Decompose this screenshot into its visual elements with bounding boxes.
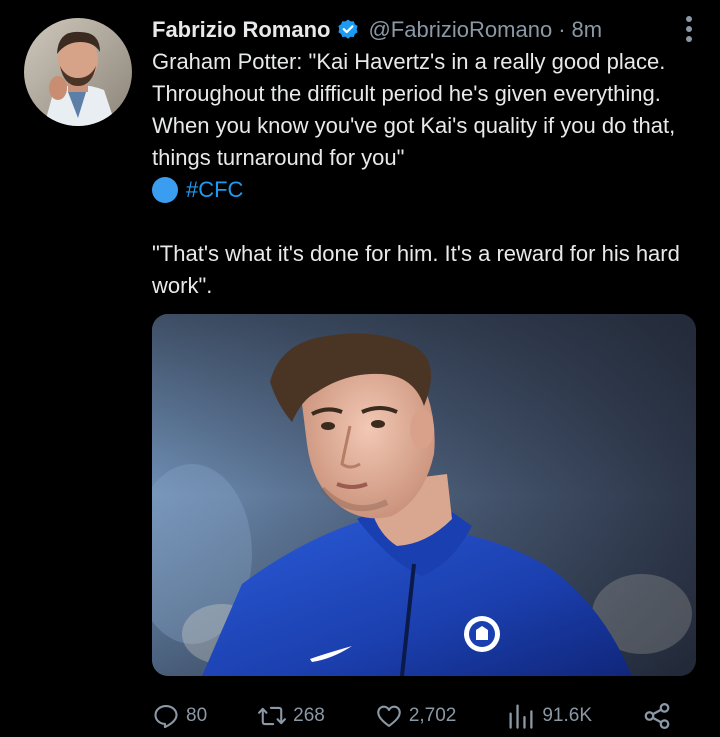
more-options-icon[interactable] [674, 12, 704, 46]
reply-count: 80 [186, 705, 208, 726]
share-button[interactable] [642, 701, 672, 731]
avatar-image [24, 18, 132, 126]
tweet-timestamp[interactable]: 8m [572, 17, 603, 43]
tweet-header: Fabrizio Romano @FabrizioRomano · 8m [152, 14, 700, 46]
share-icon [642, 701, 672, 731]
views-icon [506, 702, 536, 730]
hashtag-link[interactable]: #CFC [186, 174, 243, 206]
verified-badge-icon [336, 18, 360, 42]
author-name[interactable]: Fabrizio Romano [152, 17, 330, 43]
author-handle[interactable]: @FabrizioRomano [368, 17, 552, 43]
tweet-media-image[interactable] [152, 314, 696, 676]
retweet-button[interactable]: 268 [257, 702, 325, 730]
like-icon [375, 702, 403, 730]
views-count: 91.6K [542, 705, 592, 726]
like-button[interactable]: 2,702 [375, 702, 457, 730]
like-count: 2,702 [408, 705, 457, 726]
reply-icon [152, 702, 180, 730]
hashtag-line: #CFC [152, 174, 702, 206]
retweet-count: 268 [293, 705, 325, 726]
retweet-icon [257, 702, 287, 730]
tweet-actions: 80 268 2,702 91.6K [152, 698, 672, 734]
tweet-paragraph-1: Graham Potter: "Kai Havertz's in a reall… [152, 49, 676, 170]
player-photo [152, 314, 696, 676]
views-button[interactable]: 91.6K [506, 702, 592, 730]
tweet-body: Graham Potter: "Kai Havertz's in a reall… [152, 46, 702, 302]
tweet-paragraph-2: "That's what it's done for him. It's a r… [152, 241, 680, 298]
author-avatar[interactable] [24, 18, 132, 126]
separator-dot: · [558, 17, 566, 42]
blue-circle-emoji [152, 177, 178, 203]
reply-button[interactable]: 80 [152, 702, 207, 730]
